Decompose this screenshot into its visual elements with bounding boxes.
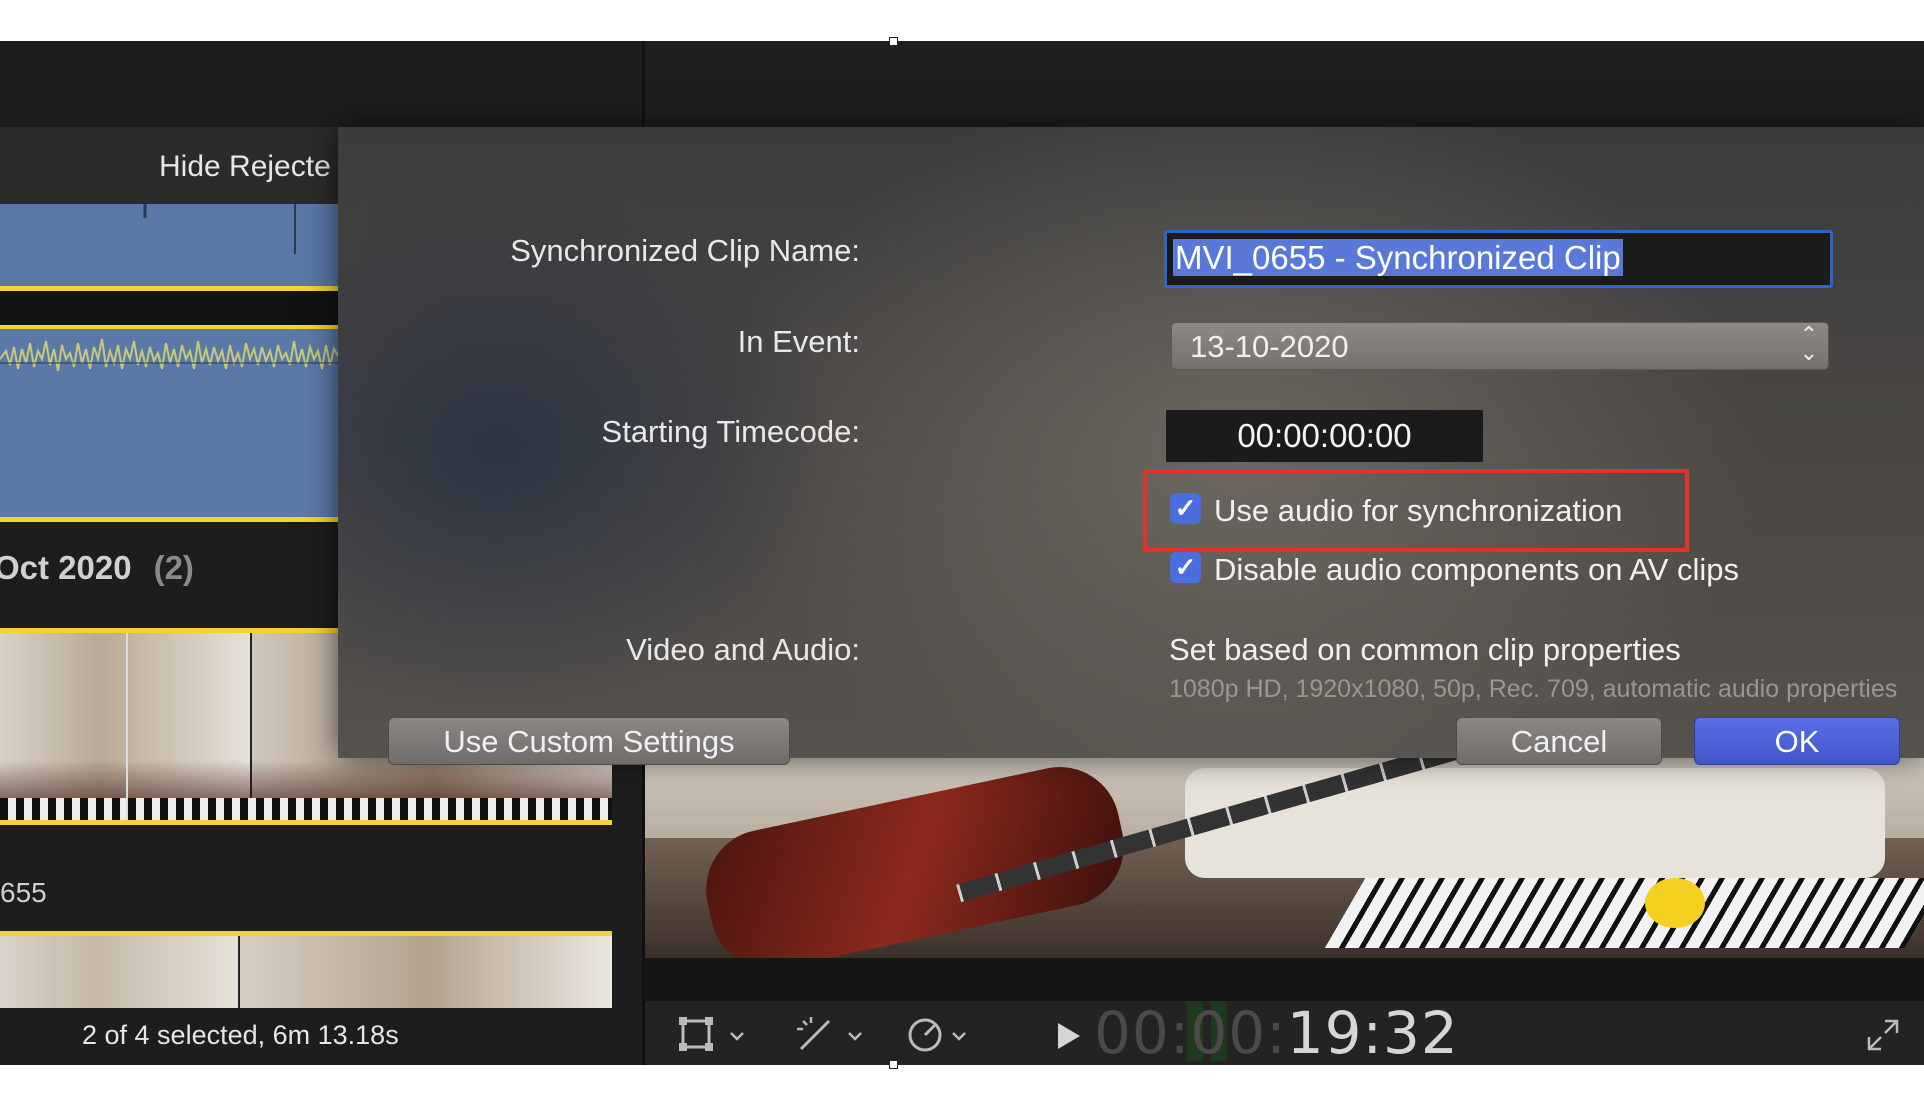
in-event-value: 13-10-2020 bbox=[1190, 329, 1349, 364]
use-custom-settings-button[interactable]: Use Custom Settings bbox=[388, 717, 790, 765]
hide-rejected-filter[interactable]: Hide Rejecte bbox=[159, 150, 331, 184]
clip-selection-border bbox=[0, 517, 340, 522]
timecode-dim-part: 00:00: bbox=[1094, 999, 1287, 1065]
clip-selection-border bbox=[0, 820, 612, 825]
use-audio-sync-checkbox[interactable]: ✓ bbox=[1170, 493, 1201, 524]
event-header[interactable]: Oct 2020 (2) bbox=[0, 549, 194, 587]
fullscreen-icon[interactable] bbox=[1865, 1017, 1901, 1053]
waveform-graphic bbox=[0, 338, 340, 372]
selection-handle-top[interactable] bbox=[889, 37, 898, 46]
final-cut-window: Hide Rejecte Oct 2020 (2) 655 2 of 4 sel… bbox=[0, 41, 1924, 1065]
synchronize-clips-dialog: Synchronized Clip Name: MVI_0655 - Synch… bbox=[338, 127, 1924, 765]
filmstrip-frame bbox=[0, 936, 238, 1008]
video-audio-value: Set based on common clip properties bbox=[1169, 632, 1681, 667]
clip-name-label: Synchronized Clip Name: bbox=[510, 233, 860, 268]
play-icon[interactable] bbox=[1054, 1019, 1084, 1053]
keyboard-shape bbox=[0, 798, 612, 820]
clip-filmstrip[interactable] bbox=[0, 936, 612, 1008]
waveform-top-graphic bbox=[143, 204, 296, 254]
selection-handle-bottom[interactable] bbox=[889, 1060, 898, 1069]
clip-name-label: 655 bbox=[0, 877, 47, 908]
event-date: Oct 2020 bbox=[0, 549, 132, 586]
starting-timecode-field[interactable]: 00:00:00:00 bbox=[1166, 410, 1483, 462]
rubber-duck-shape bbox=[1645, 878, 1705, 928]
ok-button[interactable]: OK bbox=[1694, 717, 1900, 765]
viewer-video-frame[interactable] bbox=[645, 758, 1924, 958]
retime-speedometer-icon[interactable] bbox=[905, 1015, 975, 1055]
timecode-bright-part: 19:32 bbox=[1286, 999, 1459, 1065]
enhance-wand-icon[interactable] bbox=[795, 1015, 865, 1055]
playhead-skimmer[interactable] bbox=[126, 633, 128, 820]
synchronized-clip-name-field[interactable]: MVI_0655 - Synchronized Clip bbox=[1164, 230, 1833, 288]
video-audio-label: Video and Audio: bbox=[626, 632, 860, 667]
clip-name-value: MVI_0655 - Synchronized Clip bbox=[1173, 239, 1623, 276]
filmstrip-frame bbox=[240, 936, 612, 1008]
audio-waveform-top bbox=[0, 204, 340, 288]
piano-keys-shape bbox=[1324, 878, 1924, 948]
in-event-label: In Event: bbox=[737, 324, 860, 359]
in-event-select[interactable]: 13-10-2020 ⌃ ⌄ bbox=[1171, 322, 1829, 370]
sofa-shape bbox=[1185, 768, 1885, 878]
viewer-timecode: 00:00:19:32 bbox=[1094, 999, 1459, 1065]
event-clip-count: (2) bbox=[153, 549, 194, 586]
video-audio-detail: 1080p HD, 1920x1080, 50p, Rec. 709, auto… bbox=[1169, 675, 1898, 703]
transform-icon[interactable] bbox=[677, 1015, 747, 1055]
clip-gap bbox=[0, 291, 340, 327]
starting-timecode-label: Starting Timecode: bbox=[601, 414, 860, 449]
cancel-button[interactable]: Cancel bbox=[1456, 717, 1662, 765]
chevron-up-down-icon: ⌃ ⌄ bbox=[1799, 322, 1818, 365]
use-audio-sync-label[interactable]: Use audio for synchronization bbox=[1214, 493, 1622, 529]
disable-audio-checkbox[interactable]: ✓ bbox=[1170, 552, 1201, 583]
selection-status: 2 of 4 selected, 6m 13.18s bbox=[82, 1020, 399, 1050]
audio-waveform-clip[interactable] bbox=[0, 329, 340, 521]
disable-audio-label[interactable]: Disable audio components on AV clips bbox=[1214, 552, 1739, 588]
